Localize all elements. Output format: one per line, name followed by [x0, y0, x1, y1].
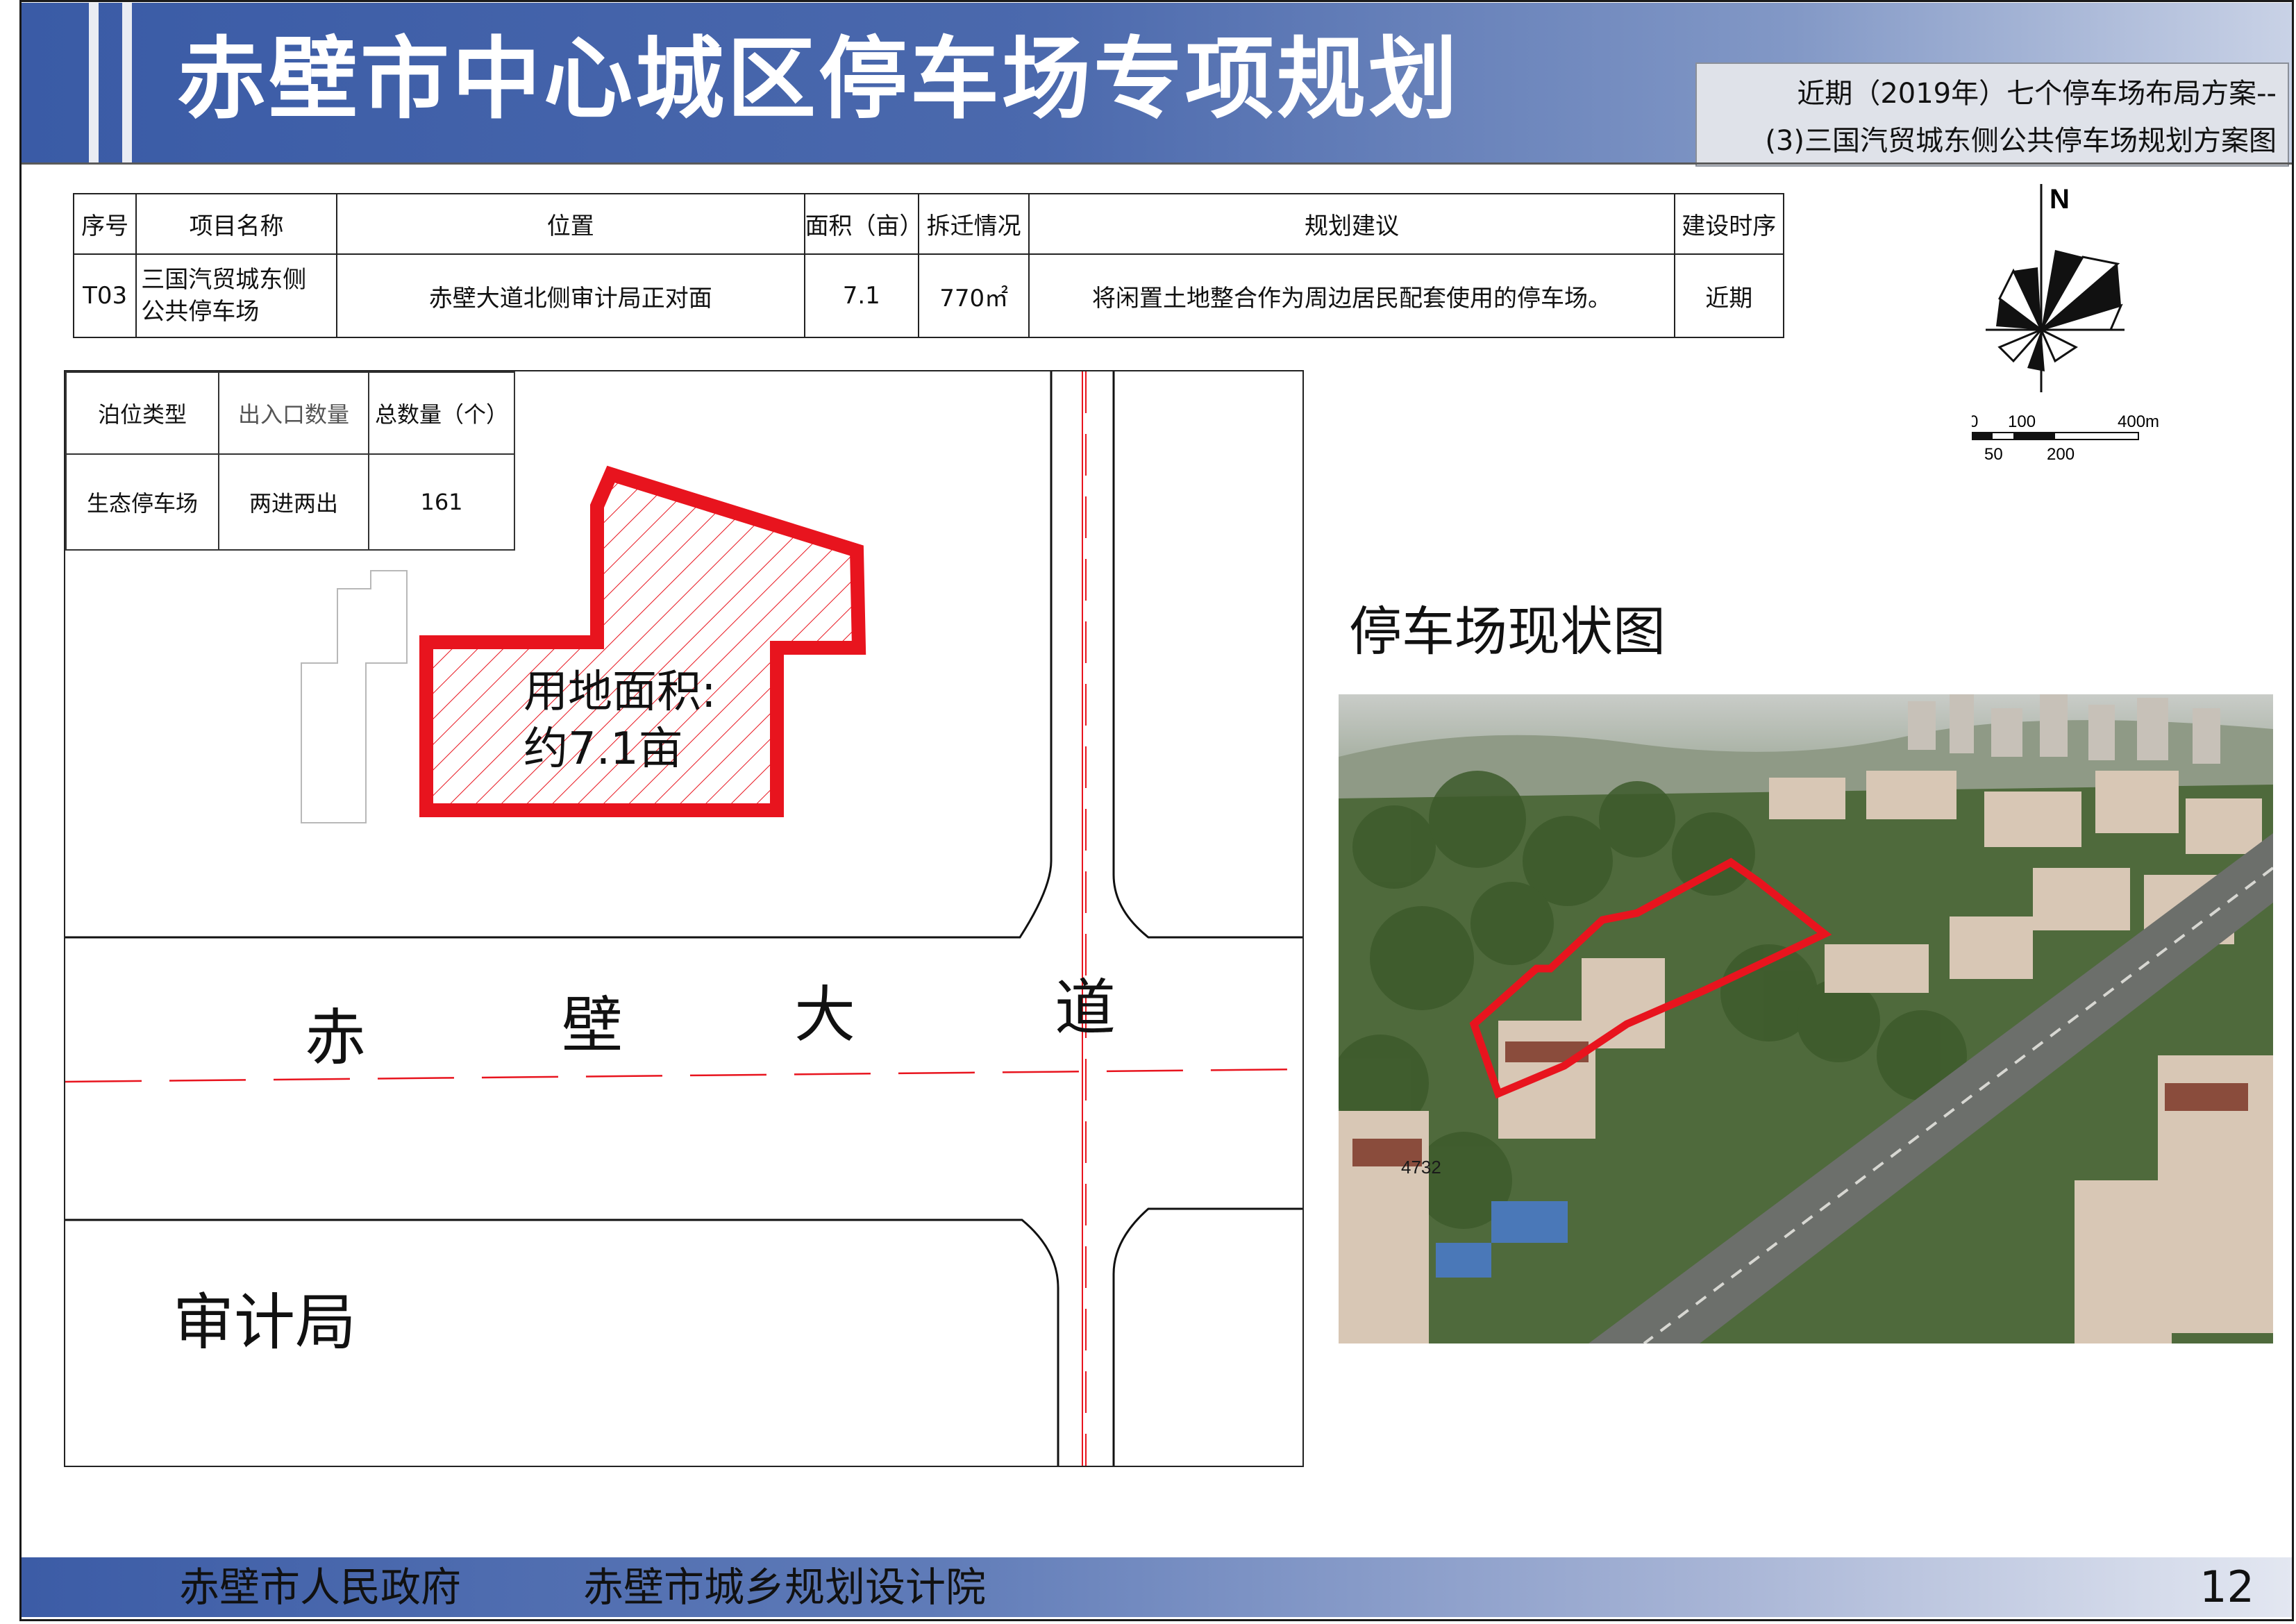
page-frame	[19, 0, 2294, 1621]
